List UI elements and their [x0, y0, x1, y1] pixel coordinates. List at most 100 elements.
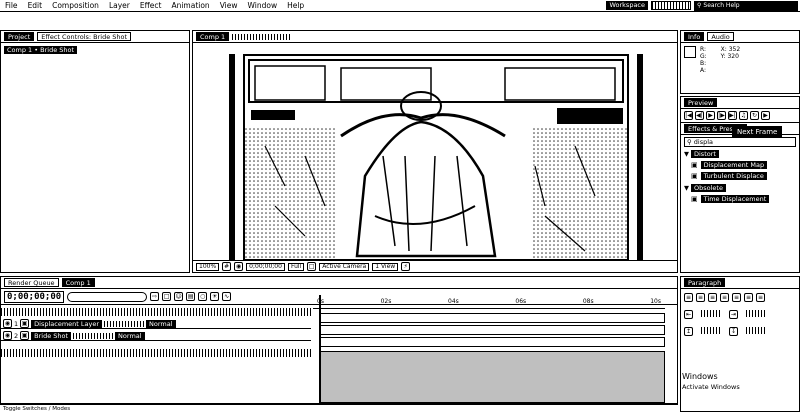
ram-preview-icon[interactable]: ▶ [761, 111, 770, 120]
tab-paragraph[interactable]: Paragraph [684, 278, 726, 287]
comp-path-text: Comp 1 • Bride Shot [4, 46, 78, 54]
draft-3d-icon[interactable]: □ [162, 292, 172, 301]
tab-audio[interactable]: Audio [707, 32, 734, 41]
tab-render-queue[interactable]: Render Queue [4, 278, 59, 287]
brainstorm-icon[interactable]: ☀ [210, 292, 220, 301]
hide-shy-layers-icon[interactable]: ☺ [174, 292, 184, 301]
menu-window[interactable]: Window [243, 1, 283, 10]
layer-switches[interactable] [73, 332, 114, 339]
justify-right-icon[interactable]: ≡ [744, 293, 753, 302]
layer-number: 1 [14, 319, 19, 328]
previous-frame-icon[interactable]: ◀| [695, 111, 704, 120]
layer-mode[interactable]: Normal [146, 319, 176, 328]
layer-track-2[interactable] [319, 325, 665, 335]
current-time-indicator[interactable] [319, 295, 321, 403]
category-obsolete[interactable]: ▼ Obsolete [684, 184, 796, 192]
last-frame-icon[interactable]: ▶| [728, 111, 737, 120]
justify-all-icon[interactable]: ≡ [756, 293, 765, 302]
footage-frame[interactable] [243, 54, 629, 261]
tab-project[interactable]: Project [4, 32, 35, 41]
menu-help[interactable]: Help [282, 1, 309, 10]
space-before-icon[interactable]: ↥ [684, 327, 693, 336]
tab-comp-1[interactable]: Comp 1 [196, 32, 230, 41]
layer-name[interactable]: Displacement Layer [31, 319, 103, 328]
layer-track-3[interactable] [319, 337, 665, 347]
justify-center-icon[interactable]: ≡ [732, 293, 741, 302]
camera-snapshot-icon[interactable]: ◉ [234, 262, 244, 271]
align-center-icon[interactable]: ≡ [696, 293, 705, 302]
effect-icon: ▣ [691, 194, 698, 203]
composition-viewer[interactable] [193, 44, 677, 261]
menu-effect[interactable]: Effect [135, 1, 167, 10]
layer-name[interactable]: Bride Shot [31, 331, 72, 340]
visibility-eye-icon[interactable]: ◉ [3, 331, 12, 340]
zoom-select[interactable]: 100% [196, 262, 220, 271]
timeline-timecode[interactable]: 0;00;00;00 [4, 290, 65, 303]
indent-left-field[interactable] [701, 310, 721, 317]
menu-edit[interactable]: Edit [23, 1, 48, 10]
effect-item-displacement-map[interactable]: ▣ Displacement Map [691, 160, 797, 169]
toggle-switches-modes[interactable]: Toggle Switches / Modes [3, 406, 70, 412]
category-distort[interactable]: ▼ Distort [684, 150, 796, 158]
info-tab-row: Info Audio [681, 31, 799, 43]
timeline-empty-area [319, 351, 665, 403]
resolution-select[interactable]: Full [287, 262, 305, 271]
loop-icon[interactable]: ↻ [750, 111, 759, 120]
comp-path: Comp 1 • Bride Shot [4, 46, 186, 54]
ruler-mark: 06s [515, 298, 527, 305]
first-frame-icon[interactable]: |◀ [684, 111, 693, 120]
timeline-tab-row: Render Queue Comp 1 [1, 277, 677, 289]
frame-blending-icon[interactable]: ▤ [186, 292, 196, 301]
align-right-icon[interactable]: ≡ [708, 293, 717, 302]
menu-file[interactable]: File [0, 1, 23, 10]
menu-view[interactable]: View [215, 1, 243, 10]
layer-switches[interactable] [104, 320, 145, 327]
camera-select[interactable]: Active Camera [319, 262, 370, 271]
menu-animation[interactable]: Animation [166, 1, 214, 10]
view-layout-select[interactable]: 1 View [372, 262, 399, 271]
next-frame-tooltip: Next Frame [732, 126, 783, 138]
justify-left-icon[interactable]: ≡ [720, 293, 729, 302]
region-of-interest-icon[interactable]: □ [307, 262, 317, 271]
grid-icon[interactable]: # [222, 262, 232, 271]
tab-effect-controls[interactable]: Effect Controls: Bride Shot [37, 32, 132, 41]
current-time-field[interactable]: 0;00;00;00 [246, 262, 285, 271]
category-distort-label: Distort [691, 150, 719, 158]
graph-editor-icon[interactable]: ∿ [222, 292, 232, 301]
next-frame-icon[interactable]: |▶ [717, 111, 726, 120]
layer-mode[interactable]: Normal [115, 331, 145, 340]
project-tab-row: Project Effect Controls: Bride Shot [1, 31, 189, 43]
indent-left-icon[interactable]: ⇤ [684, 310, 693, 319]
visibility-eye-icon[interactable]: ◉ [3, 319, 12, 328]
layer-row-1[interactable]: ◉ 1 ▣ Displacement Layer Normal [1, 319, 311, 329]
layer-search-input[interactable] [67, 291, 148, 302]
comp-mini-flowchart-icon[interactable]: ⇨ [150, 292, 160, 301]
menu-composition[interactable]: Composition [47, 1, 104, 10]
play-icon[interactable]: ▶ [706, 111, 715, 120]
indent-right-field[interactable] [746, 310, 766, 317]
space-after-field[interactable] [746, 327, 766, 334]
fast-preview-icon[interactable]: ⚡ [401, 262, 411, 271]
space-before-field[interactable] [701, 327, 721, 334]
info-xy: X: 352 Y: 320 [721, 46, 741, 74]
effect-item-turbulent-displace[interactable]: ▣ Turbulent Displace [691, 171, 797, 180]
menu-layer[interactable]: Layer [104, 1, 135, 10]
search-help-box[interactable]: ⚲ Search Help [694, 0, 798, 11]
workspace-select[interactable] [651, 1, 691, 10]
audio-icon[interactable]: ♫ [739, 111, 748, 120]
tab-preview[interactable]: Preview [684, 98, 718, 107]
layer-track-1[interactable] [319, 313, 665, 323]
layer-type-icon: ▣ [20, 331, 30, 340]
effects-search-field[interactable]: ⚲ displa [684, 137, 796, 147]
space-after-icon[interactable]: ↧ [729, 327, 738, 336]
indent-right-icon[interactable]: ⇥ [729, 310, 738, 319]
search-icon: ⚲ [697, 2, 702, 9]
tab-info[interactable]: Info [684, 32, 705, 41]
layer-row-2[interactable]: ◉ 2 ▣ Bride Shot Normal [1, 331, 311, 341]
watermark-line-1: Windows [682, 372, 718, 381]
time-ruler[interactable]: 0s 02s 04s 06s 08s 10s [313, 295, 665, 309]
motion-blur-icon[interactable]: ○ [198, 292, 208, 301]
tab-comp-1-timeline[interactable]: Comp 1 [61, 278, 95, 287]
align-left-icon[interactable]: ≡ [684, 293, 693, 302]
effect-item-time-displacement[interactable]: ▣ Time Displacement [691, 194, 797, 203]
